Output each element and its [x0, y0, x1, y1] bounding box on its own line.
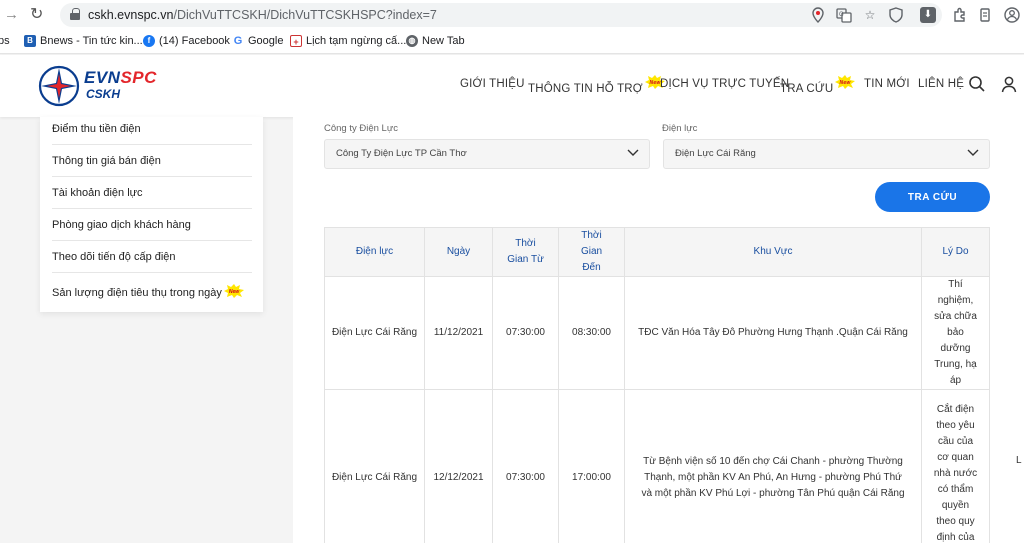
evnspc-logo[interactable]: EVNSPC CSKH — [38, 65, 168, 107]
nav-label: TRA CỨU — [780, 83, 834, 95]
unit-select-value: Điện Lực Cái Răng — [675, 148, 756, 159]
main-content: Công ty Điện Lực Công Ty Điện Lực TP Cần… — [293, 117, 1024, 543]
nav-label: THÔNG TIN HỖ TRỢ — [528, 83, 643, 95]
evn-star-icon — [38, 65, 80, 107]
sidebar-item-diem-thu-tien-dien[interactable]: Điểm thu tiền điện — [52, 113, 252, 145]
cell-den: 17:00:00 — [558, 389, 625, 543]
lock-icon[interactable] — [70, 8, 80, 21]
nav-lien-he[interactable]: LIÊN HỆ — [918, 78, 964, 90]
unit-select[interactable]: Điện Lực Cái Răng — [663, 139, 990, 169]
bookmark-label: ps — [0, 35, 10, 47]
extensions-puzzle-icon[interactable] — [952, 7, 968, 23]
bookmarks-bar: ps B Bnews - Tin tức kin... f (14) Faceboo… — [0, 30, 1024, 54]
bookmark-label: Bnews - Tin tức kin... — [40, 35, 143, 47]
nav-gioi-thieu[interactable]: GIỚI THIỆU — [460, 78, 525, 90]
cell-khu-vuc: TĐC Văn Hóa Tây Đô Phường Hưng Thạnh .Qu… — [624, 276, 922, 390]
address-bar[interactable]: cskh.evnspc.vn/DichVuTTCSKH/DichVuTTCSKH… — [60, 3, 942, 27]
sidebar-item-label: Sản lượng điện tiêu thụ trong ngày — [52, 287, 222, 299]
chevron-down-icon — [967, 149, 979, 156]
svg-text:New: New — [229, 289, 240, 295]
nav-tra-cuu[interactable]: TRA CỨU New — [780, 75, 856, 95]
header-thoi-gian-tu: Thời Gian Từ — [492, 227, 559, 277]
location-pin-icon[interactable] — [810, 7, 826, 23]
bnews-icon: B — [24, 35, 36, 47]
bookmark-apps[interactable]: ps — [0, 35, 10, 47]
browser-toolbar: → ↻ cskh.evnspc.vn/DichVuTTCSKH/DichVuTT… — [0, 0, 1024, 30]
bookmark-google[interactable]: G Google — [232, 35, 283, 47]
cell-tu: 07:30:00 — [492, 389, 559, 543]
sidebar-item-thong-tin-gia-ban-dien[interactable]: Thông tin giá bán điện — [52, 145, 252, 177]
sidebar-item-theo-doi-tien-do[interactable]: Theo dõi tiến độ cấp điện — [52, 241, 252, 273]
globe-icon: ◍ — [406, 35, 418, 47]
user-icon[interactable] — [1000, 75, 1018, 93]
sidebar-item-san-luong-dien[interactable]: Sản lượng điện tiêu thụ trong ngày New — [52, 277, 252, 309]
bookmark-new-tab[interactable]: ◍ New Tab — [406, 35, 465, 47]
google-icon: G — [232, 35, 244, 47]
svg-text:New: New — [840, 80, 852, 86]
table-row: Điện Lực Cái Răng 11/12/2021 07:30:00 08… — [324, 276, 990, 390]
cell-den: 08:30:00 — [558, 276, 625, 390]
chevron-down-icon — [627, 149, 639, 156]
back-arrow-icon[interactable]: → — [4, 6, 19, 23]
svg-text:G: G — [839, 12, 844, 18]
site-header: EVNSPC CSKH GIỚI THIỆU THÔNG TIN HỖ TRỢ N… — [0, 55, 1024, 117]
plus-page-icon: + — [290, 35, 302, 47]
reload-icon[interactable]: ↻ — [30, 4, 43, 24]
outage-schedule-table: Điện lực Ngày Thời Gian Từ Thời Gian Đến… — [324, 227, 990, 543]
logo-text: EVNSPC — [84, 68, 157, 87]
logo-subtitle: CSKH — [86, 87, 121, 101]
company-field-label: Công ty Điện Lực — [324, 123, 398, 134]
bookmark-bnews[interactable]: B Bnews - Tin tức kin... — [24, 35, 143, 47]
nav-tin-moi[interactable]: TIN MỚI — [864, 78, 910, 90]
url-text[interactable]: cskh.evnspc.vn/DichVuTTCSKH/DichVuTTCSKH… — [88, 8, 437, 22]
header-dien-luc: Điện lực — [324, 227, 425, 277]
nav-dich-vu-truc-tuyen[interactable]: DỊCH VỤ TRỰC TUYẾN — [660, 78, 789, 90]
header-ngay: Ngày — [424, 227, 493, 277]
bookmark-label: New Tab — [422, 35, 465, 47]
cell-dien-luc: Điện Lực Cái Răng — [324, 276, 425, 390]
new-badge-icon: New — [223, 284, 244, 298]
bookmark-label: (14) Facebook — [159, 35, 230, 47]
download-icon[interactable]: ⬇ — [920, 7, 936, 23]
reading-list-icon[interactable] — [978, 7, 994, 23]
header-ly-do: Lý Do — [921, 227, 990, 277]
sidebar-item-phong-giao-dich[interactable]: Phòng giao dịch khách hàng — [52, 209, 252, 241]
cell-tu: 07:30:00 — [492, 276, 559, 390]
shield-icon[interactable] — [888, 7, 904, 23]
new-badge-icon: New — [835, 75, 856, 89]
bookmark-star-icon[interactable]: ☆ — [862, 7, 878, 23]
company-select[interactable]: Công Ty Điện Lực TP Cần Thơ — [324, 139, 650, 169]
nav-thong-tin-ho-tro[interactable]: THÔNG TIN HỖ TRỢ New — [528, 75, 665, 95]
cell-ly-do: Thí nghiệm, sửa chữa bảo dưỡng Trung, hạ… — [921, 276, 990, 390]
header-khu-vuc: Khu Vực — [624, 227, 922, 277]
cell-ngay: 11/12/2021 — [424, 276, 493, 390]
translate-icon[interactable]: G — [836, 7, 852, 23]
search-button[interactable]: TRA CỨU — [875, 182, 990, 212]
unit-field-label: Điện lực — [662, 123, 698, 134]
bookmark-label: Google — [248, 35, 284, 47]
table-row: Điện Lực Cái Răng 12/12/2021 07:30:00 17… — [324, 389, 990, 543]
search-icon[interactable] — [968, 75, 986, 93]
bookmark-label: Lịch tạm ngừng cấ... — [306, 35, 407, 47]
cell-khu-vuc: Từ Bệnh viện số 10 đến chợ Cái Chanh - p… — [624, 389, 922, 543]
cell-ngay: 12/12/2021 — [424, 389, 493, 543]
header-thoi-gian-den: Thời Gian Đến — [558, 227, 625, 277]
sidebar-menu: Điểm thu tiền điện Thông tin giá bán điệ… — [40, 117, 263, 312]
profile-icon[interactable] — [1004, 7, 1020, 23]
bookmark-lich-tam-ngung[interactable]: + Lịch tạm ngừng cấ... — [290, 35, 406, 47]
company-select-value: Công Ty Điện Lực TP Cần Thơ — [336, 148, 467, 159]
cell-dien-luc: Điện Lực Cái Răng — [324, 389, 425, 543]
bookmark-facebook[interactable]: f (14) Facebook — [143, 35, 230, 47]
clipped-edge-text: L — [1016, 455, 1022, 466]
sidebar-item-tai-khoan-dien-luc[interactable]: Tài khoản điện lực — [52, 177, 252, 209]
facebook-icon: f — [143, 35, 155, 47]
cell-ly-do: Cắt điện theo yêu cầu của cơ quan nhà nư… — [921, 389, 990, 543]
